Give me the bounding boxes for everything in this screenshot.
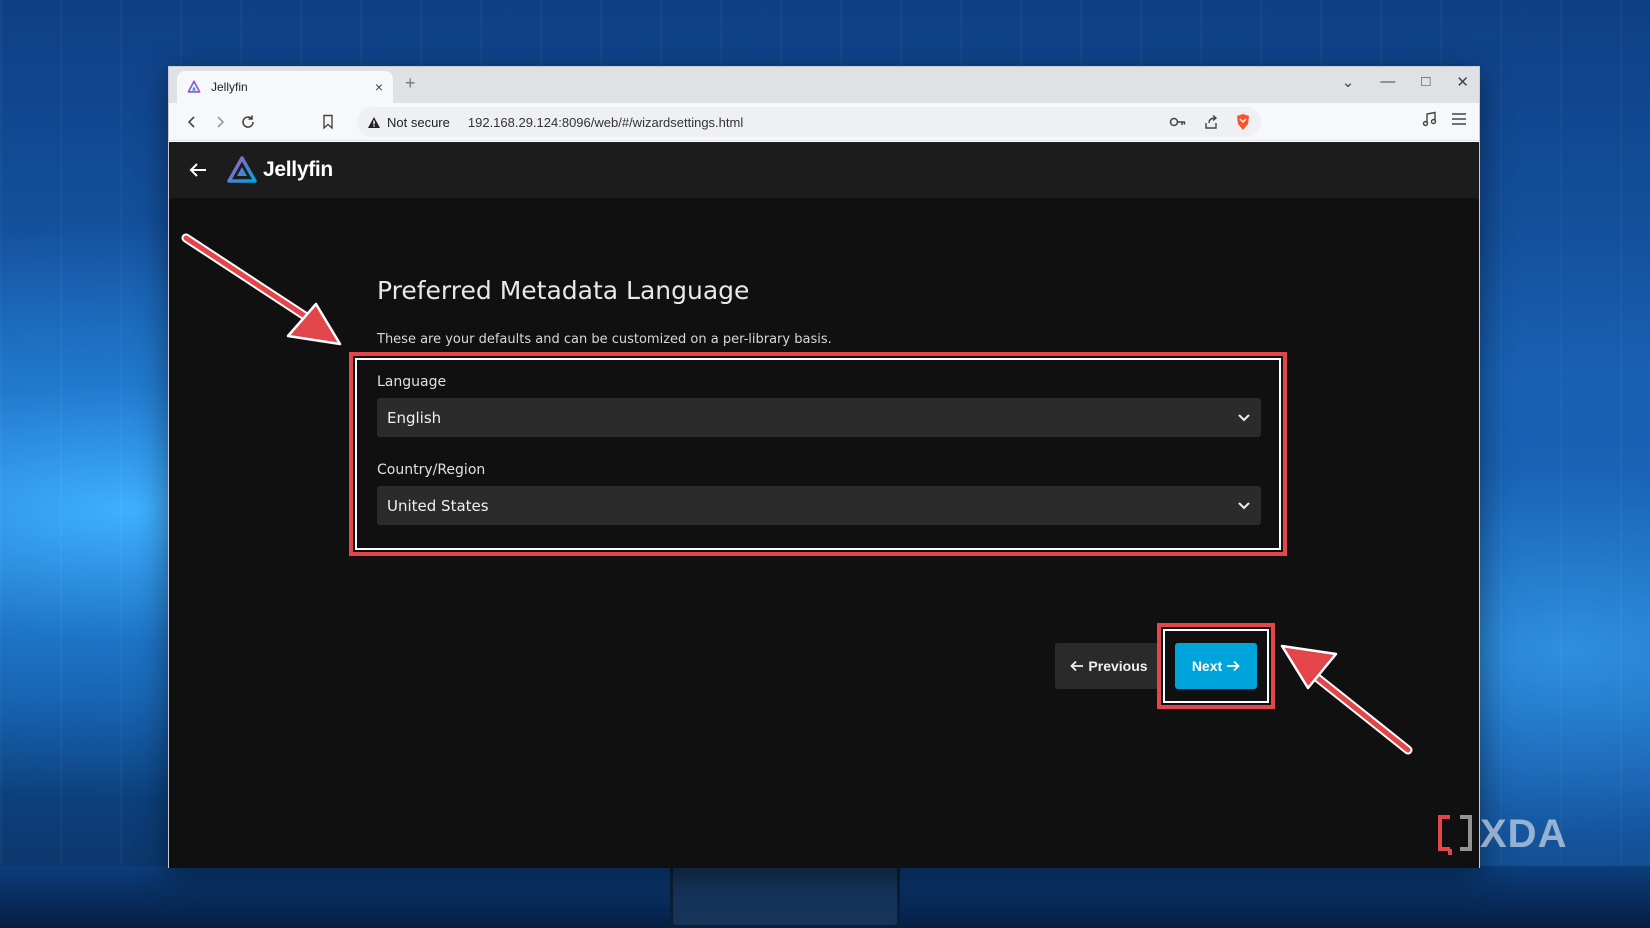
forward-nav-button[interactable]: [207, 109, 233, 135]
chevron-left-icon: [187, 115, 195, 128]
xda-watermark: XDA: [1436, 812, 1567, 857]
arrow-right-icon: [1227, 660, 1240, 672]
previous-label: Previous: [1088, 658, 1148, 674]
bookmark-icon: [323, 114, 333, 130]
back-nav-button[interactable]: [179, 109, 205, 135]
address-bar[interactable]: Not secure 192.168.29.124:8096/web/#/wiz…: [357, 107, 1261, 137]
language-value: English: [387, 408, 442, 427]
media-icon[interactable]: [1421, 111, 1437, 127]
country-select[interactable]: United States: [377, 486, 1261, 525]
country-label: Country/Region: [377, 462, 486, 478]
jellyfin-logo[interactable]: Jellyfin: [227, 156, 333, 184]
warning-icon: [368, 116, 380, 128]
reload-button[interactable]: [235, 109, 261, 135]
browser-tab[interactable]: Jellyfin ×: [177, 71, 393, 103]
key-icon[interactable]: [1169, 116, 1187, 128]
app-back-button[interactable]: [183, 155, 213, 185]
language-label: Language: [377, 374, 447, 390]
next-label: Next: [1191, 658, 1223, 674]
browser-titlebar: Jellyfin × + ⌄ — □ ✕: [169, 67, 1479, 103]
maximize-button[interactable]: □: [1421, 73, 1430, 91]
browser-toolbar: Not secure 192.168.29.124:8096/web/#/wiz…: [169, 103, 1479, 141]
annotation-highlight-form: [349, 352, 1287, 556]
logo-text: Jellyfin: [263, 158, 333, 181]
security-label: Not secure: [387, 114, 450, 130]
reload-icon: [242, 115, 254, 128]
country-value: United States: [387, 496, 489, 515]
menu-icon[interactable]: [1451, 112, 1467, 126]
url-text[interactable]: 192.168.29.124:8096/web/#/wizardsettings…: [468, 115, 1169, 130]
xda-logo-icon: [1438, 814, 1472, 855]
chevron-down-icon: [1238, 413, 1250, 421]
window-controls: ⌄ — □ ✕: [1342, 73, 1469, 91]
language-select[interactable]: English: [377, 398, 1261, 437]
next-button[interactable]: Next: [1175, 643, 1257, 689]
app-header: Jellyfin: [169, 142, 1479, 198]
annotation-arrow-bottom-right: [1280, 644, 1413, 755]
jellyfin-favicon-icon: [187, 80, 201, 93]
chevron-right-icon: [217, 115, 225, 128]
share-icon[interactable]: [1203, 114, 1219, 130]
previous-button[interactable]: Previous: [1055, 643, 1163, 689]
arrow-left-icon: [189, 163, 206, 177]
tab-close-icon[interactable]: ×: [375, 79, 383, 95]
chevron-down-icon: [1238, 501, 1250, 509]
arrow-left-icon: [1070, 660, 1084, 672]
close-window-button[interactable]: ✕: [1456, 73, 1469, 91]
wallpaper-tv: [670, 860, 900, 928]
jellyfin-logo-icon: [227, 156, 257, 183]
annotation-arrow-top-left: [181, 233, 342, 346]
tab-search-icon[interactable]: ⌄: [1342, 73, 1355, 91]
security-indicator[interactable]: Not secure: [367, 115, 450, 130]
page-description: These are your defaults and can be custo…: [377, 332, 832, 347]
bookmark-button[interactable]: [315, 109, 341, 135]
brave-shield-icon[interactable]: [1235, 113, 1251, 131]
minimize-button[interactable]: —: [1380, 73, 1395, 91]
page-title: Preferred Metadata Language: [377, 276, 750, 305]
tab-title: Jellyfin: [211, 80, 248, 94]
xda-text: XDA: [1480, 812, 1568, 856]
toolbar-right-icons: [1421, 111, 1467, 127]
new-tab-button[interactable]: +: [405, 73, 416, 94]
